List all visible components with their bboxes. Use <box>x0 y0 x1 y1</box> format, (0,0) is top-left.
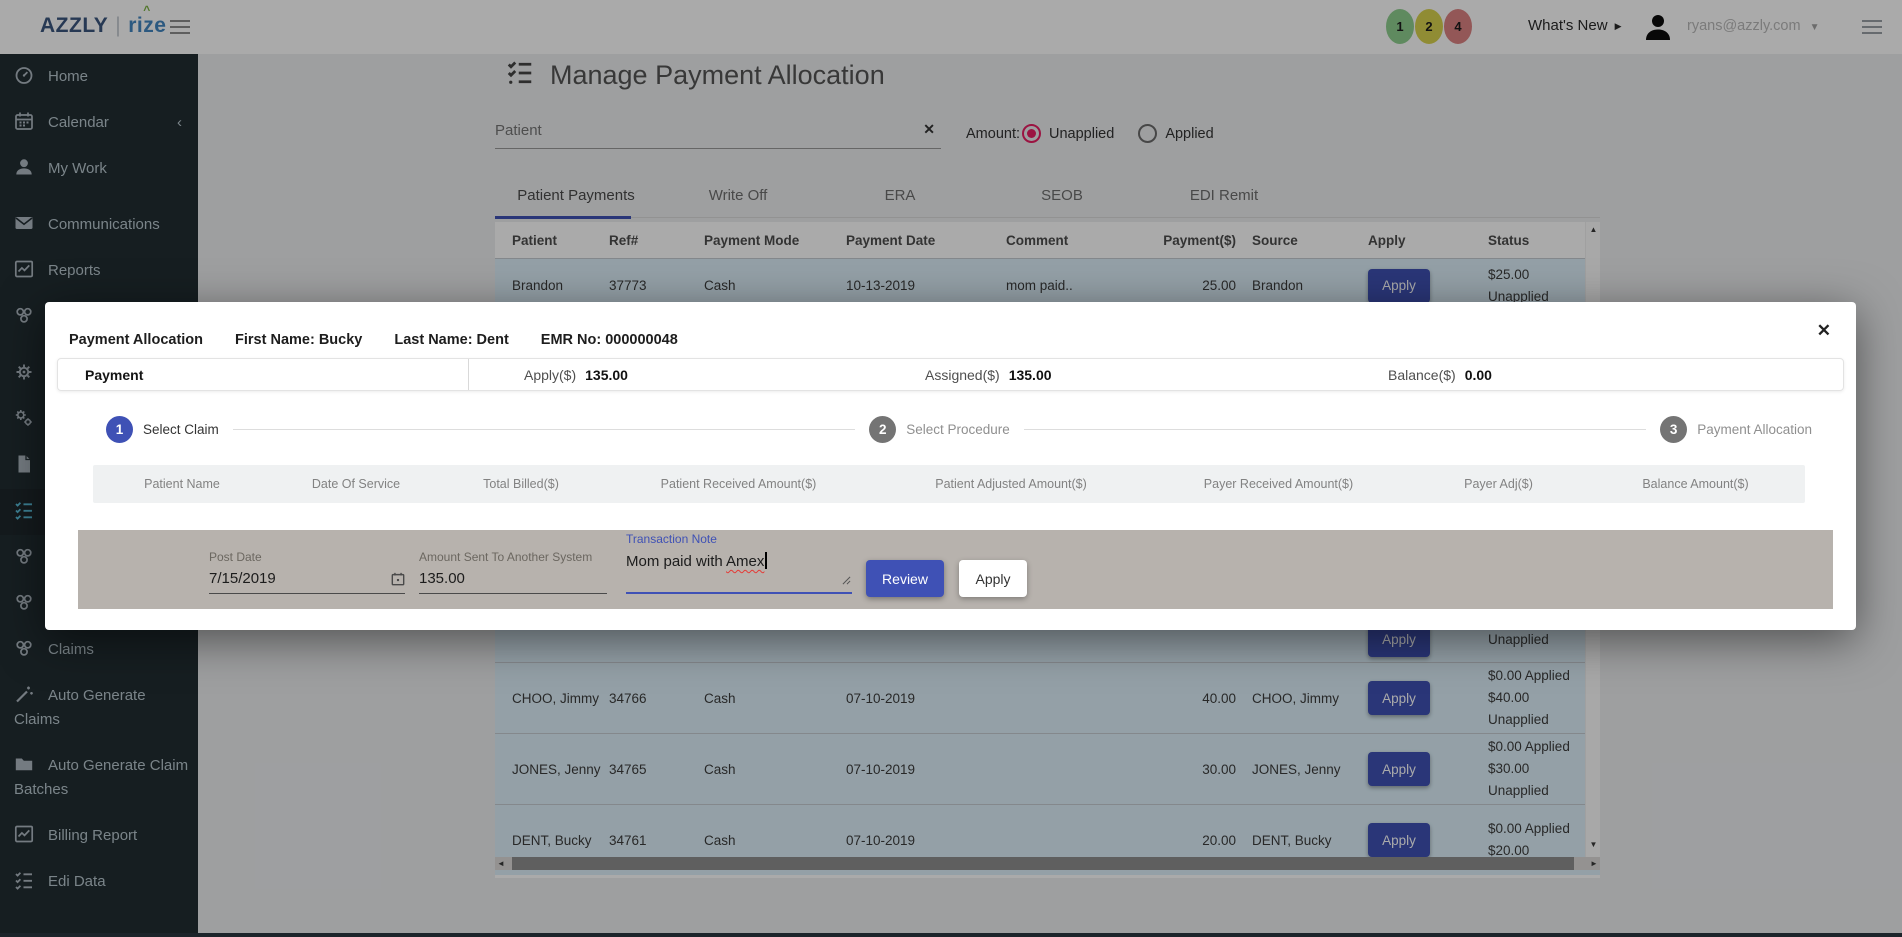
app-root: AZZLY | rize 124 What's New▶ ryans@azzly… <box>0 0 1902 937</box>
wizard-stepper: 1 Select Claim 2 Select Procedure 3 Payment A… <box>106 415 1812 443</box>
amount-sent-value: 135.00 <box>419 570 465 587</box>
modal-header: Payment Allocation First Name: Bucky Last… <box>69 332 710 348</box>
summary-apply: Apply($) 135.00 <box>468 359 925 390</box>
claim-column-header: Payer Adj($) <box>1411 477 1586 491</box>
modal-title: Payment Allocation <box>69 332 203 348</box>
text-cursor <box>765 552 767 569</box>
step-number: 2 <box>869 416 896 443</box>
claim-table-header: Patient NameDate Of ServiceTotal Billed(… <box>93 465 1805 503</box>
step-payment-allocation[interactable]: 3 Payment Allocation <box>1660 416 1812 443</box>
amount-sent-label: Amount Sent To Another System <box>419 550 607 564</box>
payment-allocation-modal: ✕ Payment Allocation First Name: Bucky La… <box>45 302 1856 630</box>
review-button[interactable]: Review <box>866 560 944 597</box>
step-select-claim[interactable]: 1 Select Claim <box>106 416 219 443</box>
step-label: Select Claim <box>143 422 219 437</box>
misspelled-word: Amex <box>726 553 764 570</box>
step-label: Payment Allocation <box>1697 422 1812 437</box>
claim-column-header: Payer Received Amount($) <box>1146 477 1411 491</box>
stepper-connector <box>1024 429 1646 430</box>
payment-summary-bar: Payment Apply($) 135.00 Assigned($) 135.… <box>57 358 1844 391</box>
modal-apply-button[interactable]: Apply <box>959 560 1027 597</box>
claim-column-header: Date Of Service <box>271 477 441 491</box>
transaction-note-label: Transaction Note <box>626 532 852 546</box>
step-label: Select Procedure <box>906 422 1010 437</box>
claim-column-header: Balance Amount($) <box>1586 477 1805 491</box>
amount-sent-field[interactable]: Amount Sent To Another System 135.00 <box>419 550 607 594</box>
close-icon[interactable]: ✕ <box>1817 322 1831 339</box>
post-date-value: 7/15/2019 <box>209 570 276 587</box>
stepper-connector <box>233 429 855 430</box>
claim-column-header: Patient Received Amount($) <box>601 477 876 491</box>
summary-assigned: Assigned($) 135.00 <box>925 359 1388 390</box>
step-number: 1 <box>106 416 133 443</box>
patient-field: EMR No: 000000048 <box>541 332 678 348</box>
post-date-label: Post Date <box>209 550 405 564</box>
patient-field: Last Name: Dent <box>394 332 508 348</box>
patient-field: First Name: Bucky <box>235 332 362 348</box>
post-date-field[interactable]: Post Date 7/15/2019 <box>209 550 405 594</box>
textarea-resize-handle[interactable] <box>842 572 851 589</box>
summary-balance: Balance($) 0.00 <box>1388 359 1843 390</box>
calendar-icon[interactable] <box>391 572 405 590</box>
claim-column-header: Patient Name <box>93 477 271 491</box>
claim-column-header: Total Billed($) <box>441 477 601 491</box>
transaction-note-field[interactable]: Transaction Note Mom paid with Amex <box>626 532 852 594</box>
step-select-procedure[interactable]: 2 Select Procedure <box>869 416 1010 443</box>
step-number: 3 <box>1660 416 1687 443</box>
transaction-note-value: Mom paid with Amex <box>626 552 852 594</box>
summary-payment-label: Payment <box>58 359 468 390</box>
allocation-form: Post Date 7/15/2019 Amount Sent To Anoth… <box>78 530 1833 609</box>
claim-column-header: Patient Adjusted Amount($) <box>876 477 1146 491</box>
